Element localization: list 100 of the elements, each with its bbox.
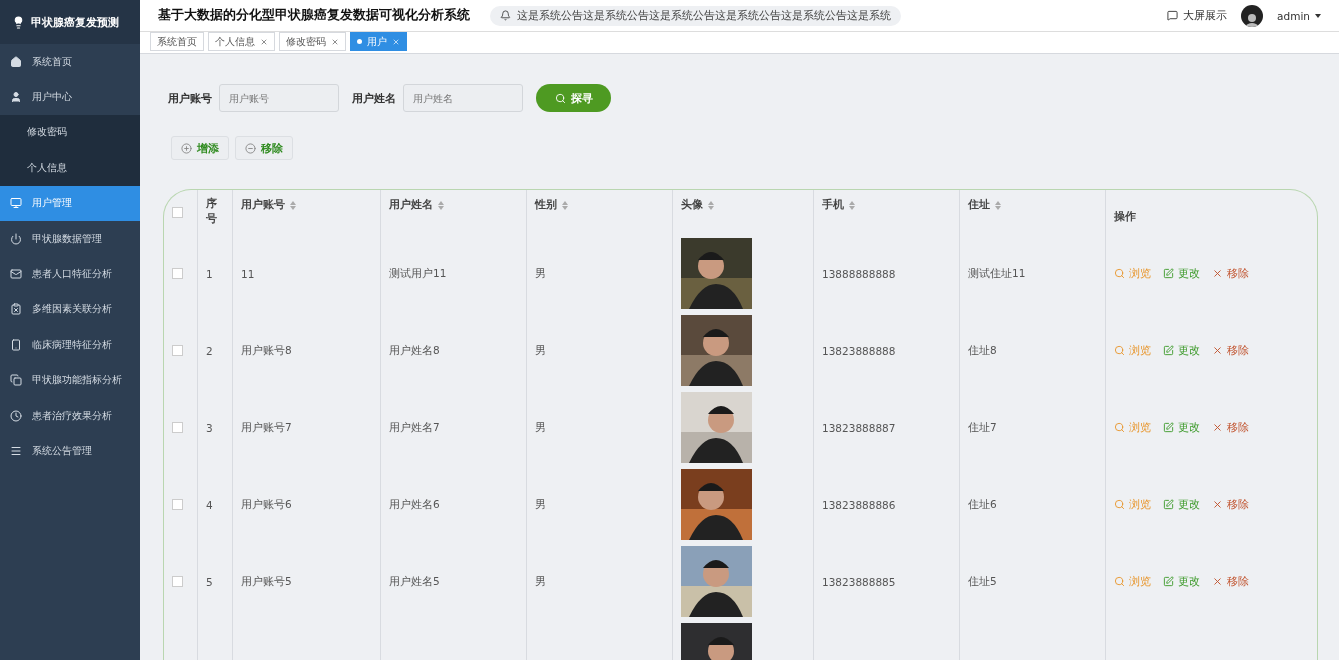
table-cell: 用户姓名5 <box>389 574 440 589</box>
edit-button[interactable]: 更改 <box>1163 497 1200 512</box>
active-dot-icon <box>357 39 362 44</box>
table-cell: 男 <box>535 420 546 435</box>
search-icon <box>1114 499 1125 510</box>
checkbox[interactable] <box>172 422 183 433</box>
sidebar-item[interactable]: 患者人口特征分析 <box>0 256 140 292</box>
sidebar-item[interactable]: 多维因素关联分析 <box>0 291 140 328</box>
table-cell: 测试住址11 <box>968 266 1026 281</box>
delete-button[interactable]: 移除 <box>1212 574 1249 589</box>
table-cell: 2 <box>206 344 213 357</box>
app-title: 甲状腺癌复发预测 <box>31 14 119 30</box>
delete-button[interactable]: 移除 <box>1212 266 1249 281</box>
table-cell: 11 <box>241 267 255 280</box>
table-cell: 男 <box>535 497 546 512</box>
search-icon <box>1114 268 1125 279</box>
sort-icon[interactable] <box>849 201 855 210</box>
edit-button[interactable]: 更改 <box>1163 343 1200 358</box>
column-header: 性别 <box>535 198 557 212</box>
screen-icon <box>1167 10 1179 21</box>
checkbox[interactable] <box>172 499 183 510</box>
checkbox[interactable] <box>172 207 183 218</box>
search-icon <box>554 92 566 104</box>
table-cell: 测试用户11 <box>389 266 447 281</box>
search-icon <box>1114 345 1125 356</box>
column-header: 用户账号 <box>241 198 285 212</box>
sidebar-item[interactable]: 用户中心 <box>0 79 140 115</box>
sidebar-item[interactable]: 用户管理 <box>0 185 140 221</box>
sort-icon[interactable] <box>290 201 296 210</box>
table-cell: 4 <box>206 498 213 511</box>
column-header: 手机 <box>822 198 844 212</box>
table-cell: 住址6 <box>968 497 997 512</box>
sidebar-item[interactable]: 系统公告管理 <box>0 433 140 469</box>
delete-button[interactable]: 移除 <box>1212 420 1249 435</box>
table-cell: 用户姓名8 <box>389 343 440 358</box>
sidebar-item[interactable]: 甲状腺功能指标分析 <box>0 362 140 398</box>
table-cell: 5 <box>206 575 213 588</box>
table-cell: 13888888888 <box>822 267 896 280</box>
sidebar-subitem[interactable]: 个人信息 <box>0 150 140 186</box>
search-icon <box>1114 576 1125 587</box>
delete-button[interactable]: 移除 <box>1212 343 1249 358</box>
sidebar-item[interactable]: 患者治疗效果分析 <box>0 397 140 434</box>
edit-button[interactable]: 更改 <box>1163 266 1200 281</box>
close-icon <box>1212 576 1223 587</box>
add-button[interactable]: 增添 <box>171 136 229 160</box>
field-label: 用户姓名 <box>352 90 396 106</box>
remove-button[interactable]: 移除 <box>235 136 293 160</box>
tab[interactable]: 修改密码 <box>279 32 346 51</box>
clipboard-icon <box>10 303 22 316</box>
tab[interactable]: 用户 <box>350 32 407 51</box>
close-icon <box>1212 345 1223 356</box>
table-cell: 13823888887 <box>822 421 896 434</box>
close-icon[interactable] <box>260 37 268 46</box>
search-button[interactable]: 探寻 <box>536 84 611 112</box>
column-header: 操作 <box>1114 209 1136 224</box>
tab[interactable]: 系统首页 <box>150 32 204 51</box>
bell-icon <box>500 10 511 21</box>
column-header: 序号 <box>206 196 217 226</box>
table-cell: 13823888886 <box>822 498 896 511</box>
search-field[interactable]: 用户姓名 <box>403 84 523 112</box>
checkbox[interactable] <box>172 576 183 587</box>
edit-button[interactable]: 更改 <box>1163 574 1200 589</box>
edit-icon <box>1163 422 1174 433</box>
sidebar-subitem[interactable]: 修改密码 <box>0 114 140 151</box>
edit-icon <box>1163 499 1174 510</box>
lightbulb-icon <box>12 15 25 29</box>
close-icon[interactable] <box>392 37 400 46</box>
copy-icon <box>10 374 22 387</box>
table-cell: 用户姓名7 <box>389 420 440 435</box>
checkbox[interactable] <box>172 345 183 356</box>
home-icon <box>10 55 22 68</box>
screen-link[interactable]: 大屏展示 <box>1167 8 1228 23</box>
close-icon <box>1212 268 1223 279</box>
table-cell: 住址5 <box>968 574 997 589</box>
close-icon[interactable] <box>331 37 339 46</box>
table-cell: 住址7 <box>968 420 997 435</box>
sort-icon[interactable] <box>708 201 714 210</box>
field-label: 用户账号 <box>168 90 212 106</box>
delete-button[interactable]: 移除 <box>1212 497 1249 512</box>
checkbox[interactable] <box>172 268 183 279</box>
tab[interactable]: 个人信息 <box>208 32 275 51</box>
table-cell: 用户账号7 <box>241 420 292 435</box>
power-icon <box>10 232 22 245</box>
table-cell: 用户账号8 <box>241 343 292 358</box>
sidebar-item[interactable]: 甲状腺数据管理 <box>0 220 140 257</box>
column-header: 住址 <box>968 198 990 212</box>
clock-icon <box>10 409 22 422</box>
sidebar-item[interactable]: 临床病理特征分析 <box>0 327 140 363</box>
table-cell: 男 <box>535 343 546 358</box>
sidebar-item[interactable]: 系统首页 <box>0 44 140 80</box>
sort-icon[interactable] <box>438 201 444 210</box>
avatar[interactable] <box>1241 4 1264 27</box>
sort-icon[interactable] <box>995 201 1001 210</box>
edit-icon <box>1163 268 1174 279</box>
edit-button[interactable]: 更改 <box>1163 420 1200 435</box>
table-cell: 3 <box>206 421 213 434</box>
user-menu[interactable]: admin <box>1277 9 1321 22</box>
search-field[interactable]: 用户账号 <box>219 84 339 112</box>
edit-icon <box>1163 345 1174 356</box>
sort-icon[interactable] <box>562 201 568 210</box>
